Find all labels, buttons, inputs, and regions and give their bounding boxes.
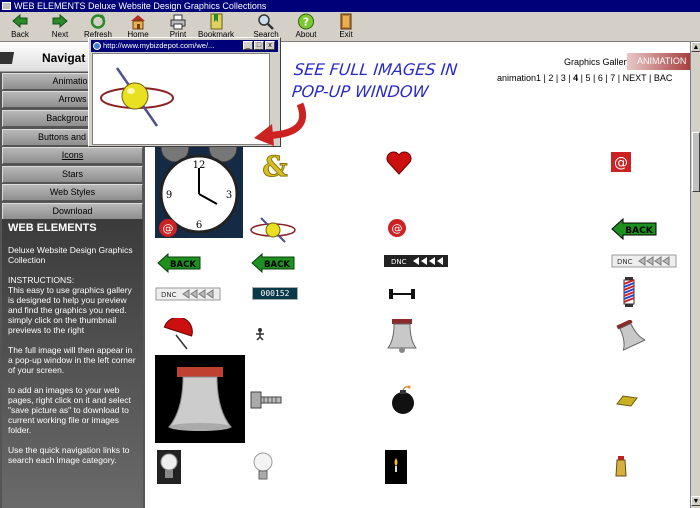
candle-thumbnail[interactable] (385, 450, 407, 484)
bell-large-thumbnail[interactable] (155, 355, 245, 443)
nav-item-stars[interactable]: Stars (2, 166, 143, 183)
barbell-thumbnail[interactable] (387, 286, 417, 302)
svg-text:3: 3 (226, 190, 232, 201)
curved-arrow-icon (254, 102, 307, 146)
scrollbar-thumb[interactable] (692, 132, 700, 192)
popup-url: http://www.mybizdepot.com/we/... (103, 41, 215, 50)
app-icon (2, 2, 11, 10)
at-sign-red-thumbnail[interactable]: @ (611, 152, 631, 172)
window-title: WEB ELEMENTS Deluxe Website Design Graph… (14, 1, 267, 11)
scroll-up-arrow-icon[interactable]: ▲ (691, 42, 700, 52)
search-icon (258, 14, 274, 30)
pager-first-link[interactable]: animation1 (497, 73, 541, 83)
svg-text:6: 6 (196, 220, 202, 231)
nav-item-download[interactable]: Download (2, 203, 143, 220)
info-paragraph-2: The full image will then appear in a pop… (8, 345, 136, 375)
dna-arrows-dark-thumbnail[interactable]: DNC (383, 254, 449, 268)
ampersand-thumbnail[interactable]: & (259, 150, 291, 182)
pager: animation1 | 2 | 3 | 4 | 5 | 6 | 7 | NEX… (497, 73, 673, 83)
pager-link-6[interactable]: 6 (598, 73, 603, 83)
svg-text:DNC: DNC (617, 258, 633, 266)
instructions-text: This easy to use graphics gallery is des… (8, 285, 132, 335)
popup-content (92, 53, 270, 145)
bell-small-thumbnail[interactable] (385, 318, 419, 354)
svg-text:@: @ (163, 222, 174, 235)
back-button[interactable]: Back (2, 13, 38, 41)
bomb-thumbnail[interactable] (389, 385, 417, 415)
exit-button[interactable]: Exit (328, 13, 364, 41)
red-heart-thumbnail[interactable] (385, 150, 413, 176)
next-arrow-icon (52, 13, 68, 29)
pager-next-link[interactable]: NEXT (623, 73, 647, 83)
green-back-arrow-thumbnail[interactable]: BACK (157, 252, 201, 274)
minimize-icon[interactable]: _ (243, 41, 253, 50)
bottle-thumbnail[interactable] (613, 454, 629, 478)
atom-thumbnail[interactable] (249, 216, 297, 244)
pager-current: 4 (573, 73, 579, 83)
info-subtitle: Deluxe Website Design Graphics Collectio… (8, 245, 133, 265)
pager-link-3[interactable]: 3 (561, 73, 566, 83)
home-icon (131, 15, 145, 30)
info-panel: WEB ELEMENTS Deluxe Website Design Graph… (2, 219, 143, 508)
maximize-icon[interactable]: □ (254, 41, 264, 50)
pager-link-2[interactable]: 2 (548, 73, 553, 83)
about-icon: ? (298, 13, 314, 30)
current-category-tab[interactable]: ANIMATION (627, 53, 690, 70)
dna-arrows-light2-thumbnail[interactable]: DNC (155, 287, 221, 301)
gold-bar-thumbnail[interactable] (615, 394, 639, 408)
atom-full-image (100, 67, 174, 127)
svg-text:BACK: BACK (264, 260, 290, 270)
callout-text: SEE FULL IMAGES IN POP-UP WINDOW (291, 59, 476, 103)
back-arrow-icon (12, 13, 28, 29)
svg-text:@: @ (392, 222, 403, 235)
svg-text:BACK: BACK (170, 260, 196, 270)
small-figure-thumbnail[interactable] (253, 327, 267, 341)
bulb-light-thumbnail[interactable] (251, 450, 275, 484)
bulb-dark-thumbnail[interactable] (157, 450, 181, 484)
green-back-arrow2-thumbnail[interactable]: BACK (251, 252, 295, 274)
printer-icon (170, 14, 186, 30)
about-button[interactable]: ? About (288, 13, 324, 41)
svg-text:&: & (262, 150, 287, 182)
scroll-down-arrow-icon[interactable]: ▼ (691, 496, 700, 506)
at-sign-small-thumbnail[interactable]: @ (158, 218, 178, 238)
pager-link-5[interactable]: 5 (586, 73, 591, 83)
browser-icon (93, 42, 101, 50)
svg-text:@: @ (614, 155, 628, 171)
red-umbrella-thumbnail[interactable] (159, 318, 193, 352)
bell-swing-thumbnail[interactable] (615, 320, 645, 352)
bolt-thumbnail[interactable] (249, 388, 283, 412)
info-paragraph-3: to add an images to your web pages, righ… (8, 385, 131, 435)
barber-pole-thumbnail[interactable] (621, 276, 637, 308)
info-title: WEB ELEMENTS (8, 222, 97, 234)
green-back-button-thumbnail[interactable]: BACK (611, 217, 657, 241)
callout-line-2: POP-UP WINDOW (290, 82, 430, 101)
bookmark-icon (210, 13, 223, 30)
info-paragraph-4: Use the quick navigation links to search… (8, 445, 130, 465)
close-icon[interactable]: x (265, 41, 275, 50)
nav-heading: Navigat (42, 51, 86, 65)
gallery-label: Graphics Gallery : (564, 57, 637, 67)
pager-link-7[interactable]: 7 (610, 73, 615, 83)
counter-thumbnail[interactable]: 000152 (252, 287, 298, 300)
dna-arrows-light-thumbnail[interactable]: DNC (611, 254, 677, 268)
svg-text:DNC: DNC (161, 291, 177, 299)
refresh-icon (90, 14, 106, 29)
nav-item-icons[interactable]: Icons (2, 147, 143, 164)
svg-text:DNC: DNC (391, 258, 407, 266)
svg-text:?: ? (303, 16, 309, 29)
exit-icon (340, 13, 352, 30)
svg-text:BACK: BACK (625, 226, 653, 236)
window-titlebar: WEB ELEMENTS Deluxe Website Design Graph… (0, 0, 700, 12)
callout-line-1: SEE FULL IMAGES IN (293, 60, 459, 79)
nav-swoosh (0, 52, 44, 64)
pager-back-link[interactable]: BAC (654, 73, 673, 83)
next-button[interactable]: Next (42, 13, 78, 41)
at-sign-small2-thumbnail[interactable]: @ (387, 218, 407, 238)
nav-item-web-styles[interactable]: Web Styles (2, 184, 143, 201)
instructions-label: INSTRUCTIONS: (8, 275, 75, 285)
svg-text:9: 9 (166, 190, 172, 201)
scrollbar[interactable]: ▲ ▼ (690, 42, 700, 508)
